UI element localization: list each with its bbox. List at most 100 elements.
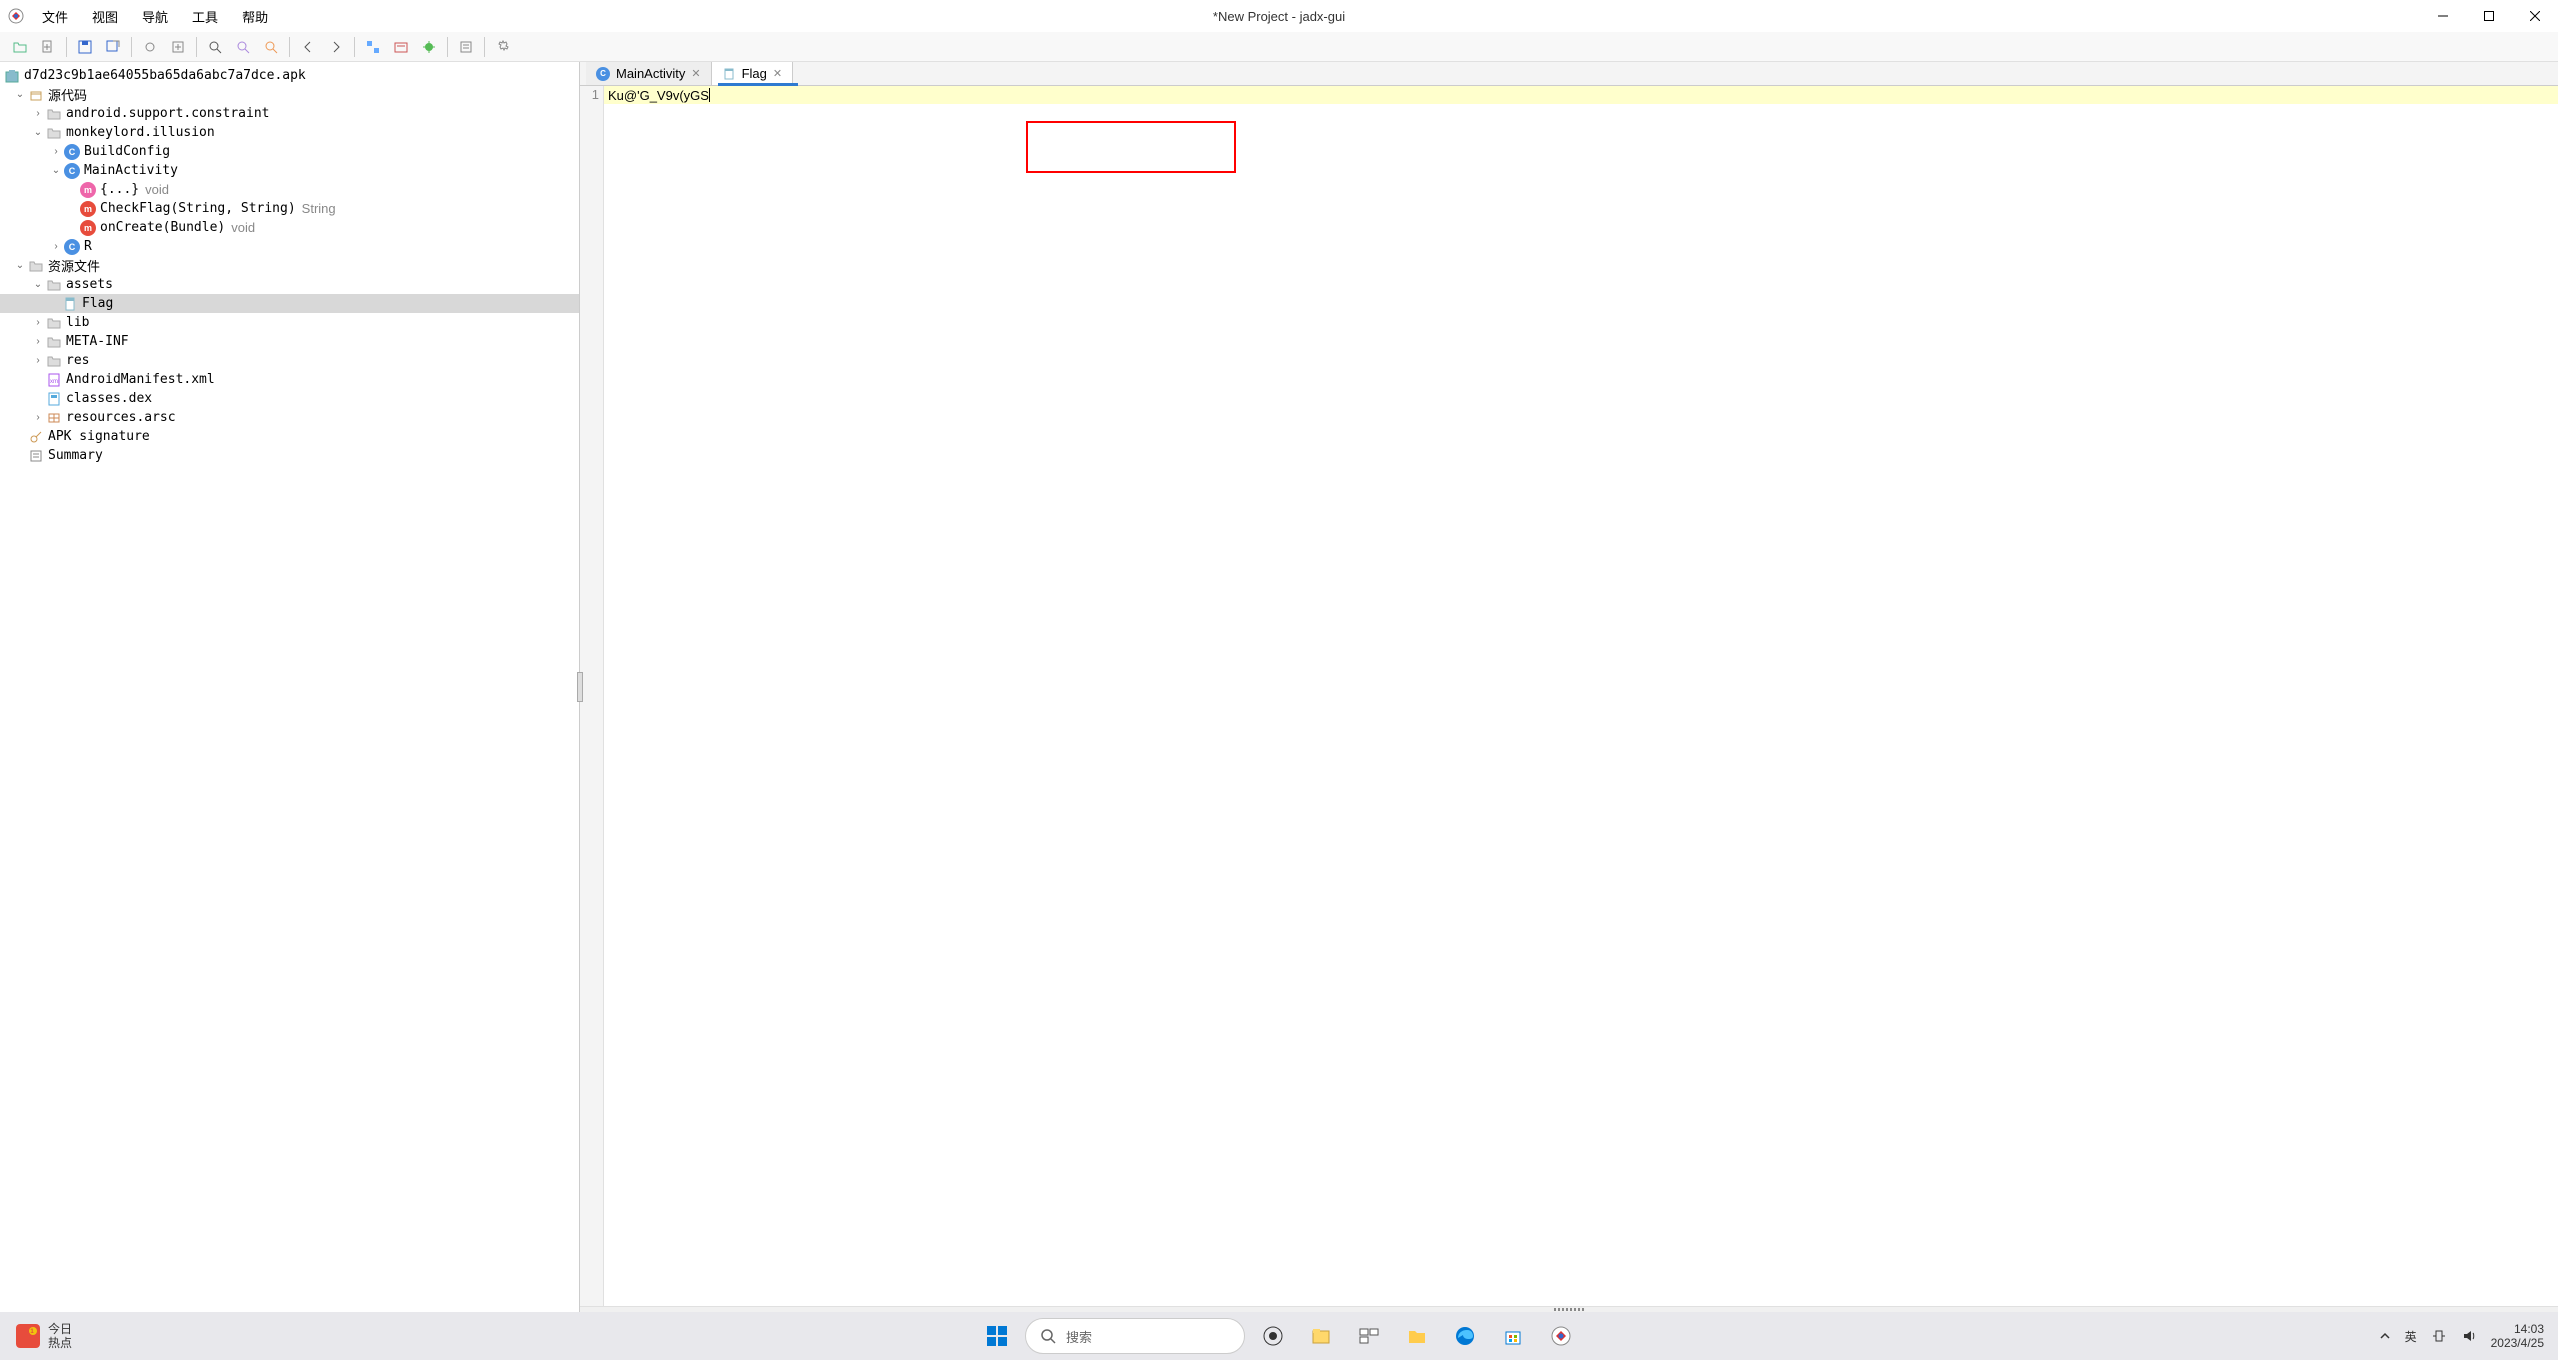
tree-assets[interactable]: ⌄ assets [0,275,579,294]
menu-tools[interactable]: 工具 [182,5,228,28]
apk-icon [4,68,20,84]
taskbar-clock[interactable]: 14:03 2023/4/25 [2491,1322,2544,1350]
tree-label: 源代码 [48,85,87,104]
expander-icon[interactable]: ⌄ [12,89,28,100]
expander-icon[interactable]: › [48,241,64,252]
menu-view[interactable]: 视图 [82,5,128,28]
code-content[interactable]: Ku@'G_V9v(yGS [604,86,2558,1306]
taskbar-app-taskview[interactable] [1349,1316,1389,1356]
tree-root-apk[interactable]: d7d23c9b1ae64055ba65da6abc7a7dce.apk [0,66,579,85]
expander-icon[interactable]: › [30,108,46,119]
tree-label: APK signature [48,429,150,444]
tree-flag-file[interactable]: Flag [0,294,579,313]
add-file-icon[interactable] [36,35,60,59]
tree-type: void [231,220,255,235]
class-icon: C [596,67,610,81]
sync-icon[interactable] [138,35,162,59]
menu-navigation[interactable]: 导航 [132,5,178,28]
volume-icon[interactable] [2461,1328,2477,1344]
open-file-icon[interactable] [8,35,32,59]
separator [354,37,355,57]
taskbar-app-jadx[interactable] [1541,1316,1581,1356]
tree-source-code[interactable]: ⌄ 源代码 [0,85,579,104]
tree-lib[interactable]: › lib [0,313,579,332]
separator [289,37,290,57]
tab-underline [718,83,798,86]
network-icon[interactable] [2431,1328,2447,1344]
tree-resources[interactable]: ⌄ 资源文件 [0,256,579,275]
separator [484,37,485,57]
tree-summary[interactable]: Summary [0,446,579,465]
ime-indicator[interactable]: 英 [2405,1328,2417,1345]
tab-close-icon[interactable]: ✕ [773,67,782,80]
tab-flag[interactable]: Flag ✕ [712,62,794,85]
expander-icon[interactable]: › [30,412,46,423]
tab-mainactivity[interactable]: C MainActivity ✕ [586,62,712,85]
file-icon [722,67,736,81]
back-icon[interactable] [296,35,320,59]
taskbar-search[interactable]: 搜索 [1025,1318,1245,1354]
tree-package-android[interactable]: › android.support.constraint [0,104,579,123]
tree-dex[interactable]: classes.dex [0,389,579,408]
menu-help[interactable]: 帮助 [232,5,278,28]
save-all-icon[interactable] [101,35,125,59]
code-view[interactable]: 1 Ku@'G_V9v(yGS [580,86,2558,1306]
tree-method-oncreate[interactable]: m onCreate(Bundle) void [0,218,579,237]
debug-icon[interactable] [417,35,441,59]
deobfuscate-icon[interactable] [361,35,385,59]
tab-close-icon[interactable]: ✕ [691,67,700,80]
minimize-button[interactable] [2420,0,2466,32]
search-class-icon[interactable] [231,35,255,59]
quark-icon[interactable] [389,35,413,59]
project-tree-panel[interactable]: d7d23c9b1ae64055ba65da6abc7a7dce.apk ⌄ 源… [0,62,580,1312]
taskbar-app-explorer[interactable] [1301,1316,1341,1356]
tree-label: d7d23c9b1ae64055ba65da6abc7a7dce.apk [24,68,306,83]
taskbar-app-files[interactable] [1397,1316,1437,1356]
tree-method-checkflag[interactable]: m CheckFlag(String, String) String [0,199,579,218]
tree-label: res [66,353,89,368]
taskbar-widget[interactable]: 1 今日 热点 [16,1322,72,1350]
settings-icon[interactable] [491,35,515,59]
widget-text: 今日 热点 [48,1322,72,1350]
tree-arsc[interactable]: › resources.arsc [0,408,579,427]
tray-chevron-icon[interactable] [2379,1330,2391,1342]
tree-manifest[interactable]: xml AndroidManifest.xml [0,370,579,389]
tree-metainf[interactable]: › META-INF [0,332,579,351]
menu-bar: 文件 视图 导航 工具 帮助 [32,5,278,28]
log-icon[interactable] [454,35,478,59]
save-icon[interactable] [73,35,97,59]
taskbar-app-copilot[interactable] [1253,1316,1293,1356]
tree-apk-signature[interactable]: APK signature [0,427,579,446]
expander-icon[interactable]: ⌄ [30,127,46,138]
forward-icon[interactable] [324,35,348,59]
xml-icon: xml [46,372,62,388]
search-icon[interactable] [203,35,227,59]
maximize-button[interactable] [2466,0,2512,32]
taskbar-app-store[interactable] [1493,1316,1533,1356]
close-button[interactable] [2512,0,2558,32]
file-icon [62,296,78,312]
tree-label: lib [66,315,89,330]
code-line-1[interactable]: Ku@'G_V9v(yGS [604,86,2558,104]
tree-package-monkeylord[interactable]: ⌄ monkeylord.illusion [0,123,579,142]
expander-icon[interactable]: › [30,355,46,366]
tree-label: BuildConfig [84,144,170,159]
start-button[interactable] [977,1316,1017,1356]
expander-icon[interactable]: ⌄ [12,260,28,271]
expander-icon[interactable]: › [48,146,64,157]
expander-icon[interactable]: ⌄ [30,279,46,290]
expand-icon[interactable] [166,35,190,59]
menu-file[interactable]: 文件 [32,5,78,28]
tree-class-buildconfig[interactable]: › C BuildConfig [0,142,579,161]
expander-icon[interactable]: › [30,317,46,328]
search-usage-icon[interactable] [259,35,283,59]
taskbar-app-edge[interactable] [1445,1316,1485,1356]
tree-method-init[interactable]: m {...} void [0,180,579,199]
tree-class-r[interactable]: › C R [0,237,579,256]
tree-res[interactable]: › res [0,351,579,370]
tree-class-mainactivity[interactable]: ⌄ C MainActivity [0,161,579,180]
editor-area: C MainActivity ✕ Flag ✕ 1 Ku@'G_V9v(yGS [580,62,2558,1312]
expander-icon[interactable]: ⌄ [48,165,64,176]
method-icon: m [80,220,96,236]
expander-icon[interactable]: › [30,336,46,347]
